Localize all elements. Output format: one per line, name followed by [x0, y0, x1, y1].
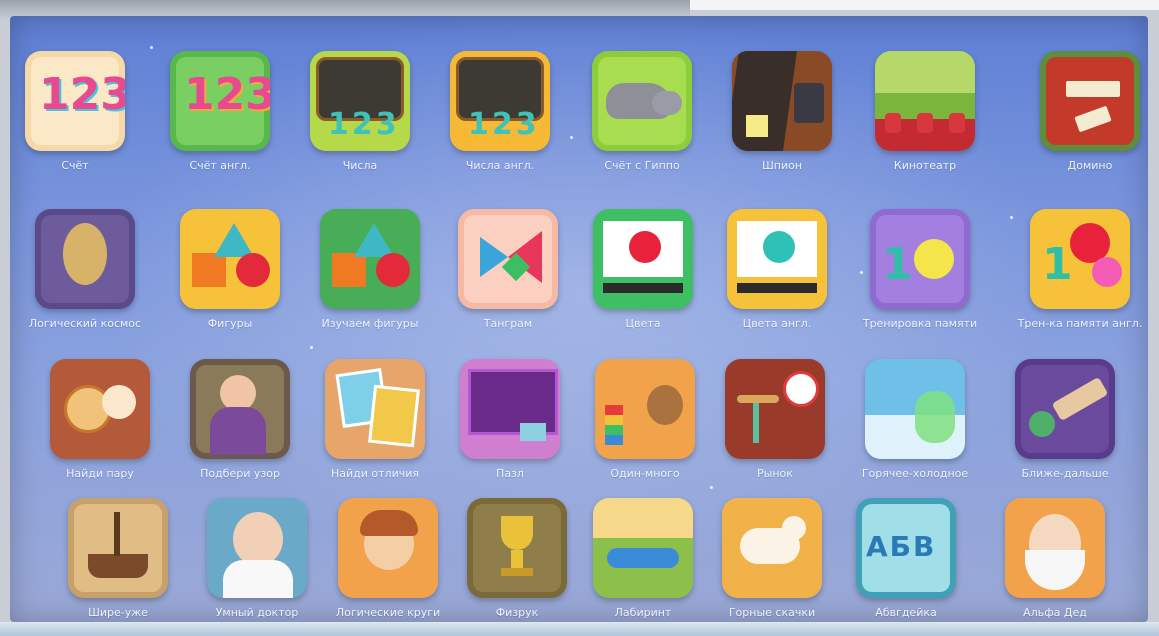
app-label: Шпион — [761, 159, 803, 172]
app-label: Физрук — [495, 606, 539, 619]
device-bezel — [690, 0, 1159, 10]
app-chisla-angl[interactable]: 123 Числа англ. — [440, 51, 560, 201]
memory-icon: 1 — [870, 209, 970, 309]
app-alfa-ded[interactable]: Альфа Дед — [995, 498, 1115, 622]
app-label: Логические круги — [335, 606, 441, 619]
numbers-icon: 123 — [25, 51, 125, 151]
maze-icon — [593, 498, 693, 598]
pictures-icon — [325, 359, 425, 459]
potion-icon — [865, 359, 965, 459]
toys-icon — [595, 359, 695, 459]
app-tsveta-angl[interactable]: Цвета англ. — [717, 209, 837, 359]
app-label: Шире-уже — [88, 606, 148, 619]
space-egg-icon — [35, 209, 135, 309]
app-schet-s-gippo[interactable]: Счёт с Гиппо — [582, 51, 702, 201]
app-label: Рынок — [757, 467, 793, 480]
app-figury[interactable]: Фигуры — [170, 209, 290, 359]
app-schet-angl[interactable]: 123 Счёт англ. — [160, 51, 280, 201]
app-label: Найди пару — [66, 467, 134, 480]
app-label: Фигуры — [207, 317, 253, 330]
app-label: Числа англ. — [465, 159, 535, 172]
app-rynok[interactable]: Рынок — [715, 359, 835, 509]
app-label: Ближе-дальше — [1021, 467, 1109, 480]
app-schet[interactable]: 123 Счёт — [15, 51, 135, 201]
app-label: Счёт англ. — [189, 159, 251, 172]
app-abvgdeyka[interactable]: АБВ Абвгдейка — [846, 498, 966, 622]
app-naydi-otlichiya[interactable]: Найди отличия — [315, 359, 435, 509]
app-pazl[interactable]: Пазл — [450, 359, 570, 509]
app-chisla[interactable]: 123 Числа — [300, 51, 420, 201]
numbers-icon: 123 — [170, 51, 270, 151]
app-label: Цвета англ. — [742, 317, 812, 330]
app-label: Найди отличия — [331, 467, 419, 480]
device-bezel — [0, 622, 1159, 636]
app-odin-mnogo[interactable]: Один-много — [585, 359, 705, 509]
app-umnyy-doktor[interactable]: Умный доктор — [197, 498, 317, 622]
app-label: Танграм — [483, 317, 533, 330]
tangram-icon — [458, 209, 558, 309]
spy-desk-icon — [732, 51, 832, 151]
cookies-icon — [50, 359, 150, 459]
app-label: Трен-ка памяти англ. — [1017, 317, 1143, 330]
app-domino[interactable]: Домино — [1030, 51, 1148, 201]
app-label: Логический космос — [28, 317, 142, 330]
app-label: Счёт с Гиппо — [604, 159, 680, 172]
app-blizhe-dalshe[interactable]: Ближе-дальше — [1005, 359, 1125, 509]
app-logicheskiy-kosmos[interactable]: Логический космос — [25, 209, 145, 359]
app-logicheskie-krugi[interactable]: Логические круги — [328, 498, 448, 622]
chalkboard-icon: 123 — [450, 51, 550, 151]
artist-icon — [190, 359, 290, 459]
boy-icon — [338, 498, 438, 598]
app-tangram[interactable]: Танграм — [448, 209, 568, 359]
app-gornye-skachki[interactable]: Горные скачки — [712, 498, 832, 622]
app-label: Лабиринт — [614, 606, 672, 619]
app-label: Пазл — [496, 467, 524, 480]
domino-icon — [1040, 51, 1140, 151]
app-izuchaem-figury[interactable]: Изучаем фигуры — [310, 209, 430, 359]
app-launcher-screen: 123 Счёт 123 Счёт англ. 123 Числа 123 Чи… — [10, 16, 1148, 622]
chalkboard-icon: 123 — [310, 51, 410, 151]
trophy-icon — [467, 498, 567, 598]
memory-icon: 1 — [1030, 209, 1130, 309]
puzzle-board-icon — [460, 359, 560, 459]
app-label: Альфа Дед — [1023, 606, 1087, 619]
app-label: Числа — [342, 159, 378, 172]
app-tsveta[interactable]: Цвета — [583, 209, 703, 359]
app-label: Кинотеатр — [893, 159, 957, 172]
app-shpion[interactable]: Шпион — [722, 51, 842, 201]
shapes-icon — [180, 209, 280, 309]
app-label: Абвгдейка — [875, 606, 937, 619]
app-label: Один-много — [610, 467, 680, 480]
shapes-icon — [320, 209, 420, 309]
app-goryachee-kholodnoe[interactable]: Горячее-холодное — [855, 359, 975, 509]
cinema-icon — [875, 51, 975, 151]
hippo-icon — [592, 51, 692, 151]
doctor-icon — [207, 498, 307, 598]
app-fizruk[interactable]: Физрук — [457, 498, 577, 622]
app-label: Изучаем фигуры — [321, 317, 419, 330]
app-label: Счёт — [61, 159, 89, 172]
app-label: Горячее-холодное — [861, 467, 969, 480]
telescope-icon — [1015, 359, 1115, 459]
paint-board-icon — [593, 209, 693, 309]
app-labirint[interactable]: Лабиринт — [583, 498, 703, 622]
app-naydi-paru[interactable]: Найди пару — [40, 359, 160, 509]
app-trenirovka-pamyati[interactable]: 1 Тренировка памяти — [860, 209, 980, 359]
old-man-icon — [1005, 498, 1105, 598]
app-podberi-uzor[interactable]: Подбери узор — [180, 359, 300, 509]
ship-icon — [68, 498, 168, 598]
goat-icon — [722, 498, 822, 598]
paint-board-icon — [727, 209, 827, 309]
app-label: Горные скачки — [728, 606, 816, 619]
app-label: Цвета — [625, 317, 661, 330]
app-shire-uzhe[interactable]: Шире-уже — [58, 498, 178, 622]
app-label: Подбери узор — [200, 467, 280, 480]
app-label: Умный доктор — [215, 606, 299, 619]
app-label: Домино — [1067, 159, 1113, 172]
app-label: Тренировка памяти — [862, 317, 978, 330]
scales-clock-icon — [725, 359, 825, 459]
app-kinoteatr[interactable]: Кинотеатр — [865, 51, 985, 201]
app-tren-ka-pamyati-angl[interactable]: 1 Трен-ка памяти англ. — [1018, 209, 1142, 359]
letters-icon: АБВ — [856, 498, 956, 598]
